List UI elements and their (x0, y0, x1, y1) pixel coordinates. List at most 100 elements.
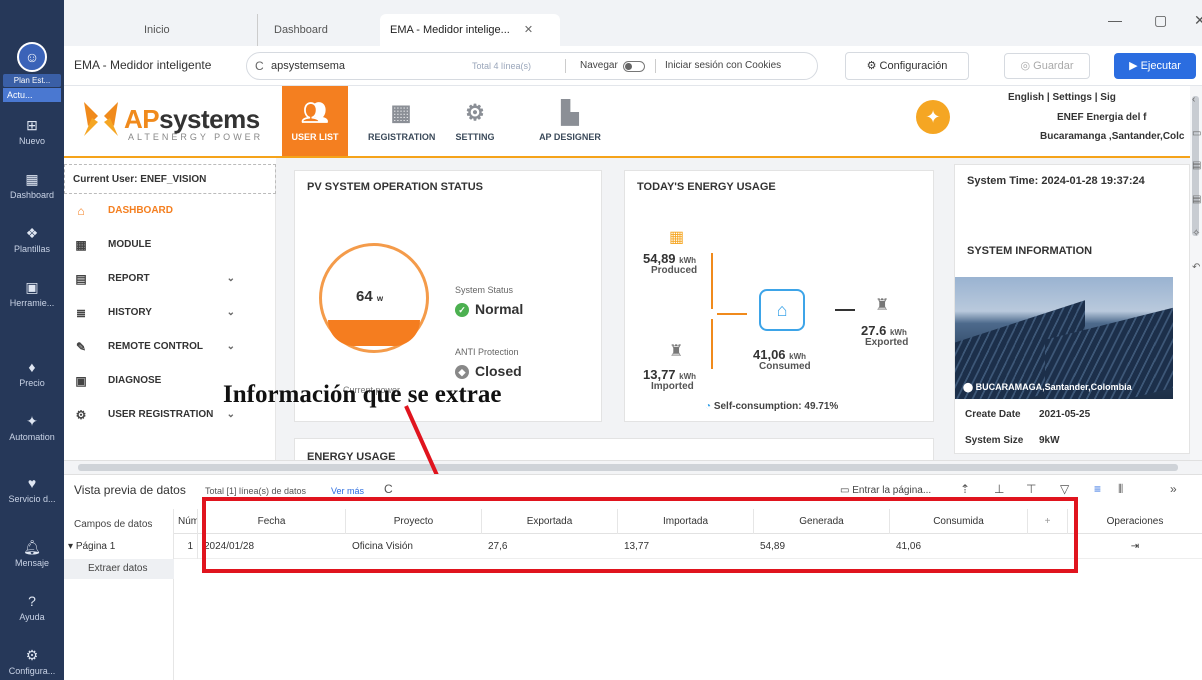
menu-item-report[interactable]: ▤ REPORT ⌄ (64, 262, 275, 296)
guardar-button[interactable]: ◎ Guardar (1004, 53, 1090, 79)
col-exportada[interactable]: Exportada (482, 509, 618, 534)
page-icon: ▭ (840, 485, 853, 496)
refresh-icon[interactable]: C (255, 59, 264, 73)
rail-item-automation[interactable]: ✦ Automation (0, 412, 64, 442)
flow-line (711, 319, 713, 369)
entrar-pagina-button[interactable]: ▭ Entrar la página... (840, 485, 931, 496)
service-icon: ♥ (27, 475, 37, 491)
profile-avatar[interactable]: ☺ (17, 42, 47, 72)
maximize-icon[interactable]: ▢ (1154, 12, 1167, 29)
magic-icon[interactable]: ✧ (1192, 228, 1200, 239)
add-column-button[interactable]: + (1028, 509, 1068, 534)
col-importada[interactable]: Importada (618, 509, 754, 534)
rail-item-plantillas[interactable]: ❖ Plantillas (0, 224, 64, 254)
col-fecha[interactable]: Fecha (198, 509, 346, 534)
upload-icon[interactable]: ⊤ (1026, 482, 1036, 496)
caret-down-icon: ▾ (68, 541, 76, 552)
tab-ema[interactable]: EMA - Medidor intelige... ✕ (380, 14, 560, 46)
gear-icon: ⚙ (866, 60, 880, 72)
cookies-login[interactable]: Iniciar sesión con Cookies (665, 60, 781, 71)
close-icon[interactable]: ✕ (524, 24, 533, 36)
nav-setting[interactable]: ⚙ SETTING (442, 86, 508, 156)
system-size-row: System Size 9kW (965, 435, 1060, 446)
menu-item-remote-control[interactable]: ✎ REMOTE CONTROL ⌄ (64, 330, 275, 364)
navegar-toggle[interactable] (623, 61, 645, 72)
column-view-icon[interactable]: ⦀ (1118, 482, 1123, 497)
pie-icon: ◔ (705, 401, 714, 412)
tab-dashboard[interactable]: Dashboard (257, 14, 328, 46)
templates-icon: ❖ (25, 225, 39, 241)
rail-label: Ayuda (19, 612, 45, 622)
system-size-value: 9kW (1039, 435, 1060, 446)
cell-generada[interactable]: 54,89 (754, 534, 890, 559)
rail-item-ayuda[interactable]: ? Ayuda (0, 592, 64, 622)
filter-icon[interactable]: ▽ (1060, 482, 1069, 496)
produced-label: Produced (651, 265, 698, 276)
rail-item-servicio[interactable]: ♥ Servicio d... (0, 474, 64, 504)
rail-item-precio[interactable]: ♦ Precio (0, 358, 64, 388)
row-operation-icon[interactable]: ⇥ (1068, 534, 1202, 559)
chevron-down-icon: ⌄ (226, 307, 235, 318)
extract-node[interactable]: Extraer datos (64, 559, 174, 579)
rail-item-herramientas[interactable]: ▣ Herramie... (0, 278, 64, 308)
rail-item-mensaje[interactable]: 🔔︎ Mensaje (0, 538, 64, 568)
plan-label[interactable]: Plan Est... (3, 74, 61, 87)
refresh-icon[interactable]: C (384, 482, 393, 496)
url-box[interactable]: C apsystemsema Total 4 línea(s) Navegar … (246, 52, 818, 80)
menu-item-history[interactable]: ≣ HISTORY ⌄ (64, 296, 275, 330)
pin-icon[interactable]: ⇡ (960, 482, 970, 496)
unit: kWh (679, 372, 697, 381)
grid-tower-icon: ♜ (875, 297, 890, 314)
nav-ap-designer[interactable]: ▙ AP DESIGNER (530, 86, 610, 156)
doc-icon[interactable]: ▭ (1192, 128, 1201, 139)
col-generada[interactable]: Generada (754, 509, 890, 534)
menu-item-module[interactable]: ▦ MODULE (64, 228, 275, 262)
doc-icon[interactable]: ▤ (1192, 194, 1201, 205)
top-links[interactable]: English | Settings | Sig (1008, 92, 1116, 103)
vertical-scrollbar[interactable] (1190, 86, 1202, 460)
cell-consumida[interactable]: 41,06 (890, 534, 1028, 559)
list-view-icon[interactable]: ≡ (1094, 482, 1101, 496)
page-node[interactable]: ▾ Página 1 (68, 541, 115, 552)
lightbulb-icon[interactable]: ✦ (916, 100, 950, 134)
rail-label: Servicio d... (8, 494, 56, 504)
rail-item-nuevo[interactable]: ⊞ Nuevo (0, 116, 64, 146)
apsystems-logo[interactable]: APsystems ALTENERGY POWER (78, 96, 260, 145)
cell-proyecto[interactable]: Oficina Visión (346, 534, 482, 559)
minimize-icon[interactable]: — (1108, 12, 1122, 28)
anti-protection-label: ANTI Protection (455, 347, 519, 357)
nav-user-list[interactable]: 👥︎ USER LIST (282, 86, 348, 156)
doc-icon[interactable]: ▤ (1192, 160, 1201, 171)
horizontal-scrollbar[interactable] (64, 460, 1202, 474)
rail-label: Automation (9, 432, 55, 442)
update-label[interactable]: Actu... (3, 88, 61, 102)
imported-number: 13,77 (643, 367, 676, 382)
configuracion-button[interactable]: ⚙ Configuración (845, 52, 969, 80)
rail-item-configuracion[interactable]: ⚙ Configura... (0, 646, 64, 676)
configuracion-label: Configuración (879, 60, 948, 72)
nav-label: USER LIST (291, 132, 339, 142)
download-icon[interactable]: ⊥ (994, 482, 1004, 496)
col-proyecto[interactable]: Proyecto (346, 509, 482, 534)
play-icon: ▶ (1129, 60, 1141, 72)
flow-line (711, 253, 713, 309)
nav-registration[interactable]: ▦ REGISTRATION (368, 86, 435, 156)
collapse-icon[interactable]: ‹ (1192, 94, 1195, 105)
col-consumida[interactable]: Consumida (890, 509, 1028, 534)
energy-usage-card: TODAY'S ENERGY USAGE ▦ 54,89 kWh Produce… (624, 170, 934, 422)
self-consumption: ◔ Self-consumption: 49.71% (705, 401, 838, 412)
collapse-panel-icon[interactable]: » (1170, 482, 1177, 496)
cell-exportada[interactable]: 27,6 (482, 534, 618, 559)
close-window-icon[interactable]: ✕ (1194, 12, 1202, 29)
nav-label: SETTING (455, 132, 495, 142)
cell-importada[interactable]: 13,77 (618, 534, 754, 559)
url-text[interactable]: apsystemsema (271, 60, 345, 72)
ver-mas-link[interactable]: Ver más (331, 486, 364, 496)
ejecutar-button[interactable]: ▶ Ejecutar (1114, 53, 1196, 79)
tab-inicio[interactable]: Inicio (144, 14, 170, 46)
undo-icon[interactable]: ↶ (1192, 262, 1200, 273)
designer-icon: ▙ (561, 100, 579, 125)
cell-fecha[interactable]: 2024/01/28 (198, 534, 346, 559)
rail-item-dashboard[interactable]: ▦ Dashboard (0, 170, 64, 200)
menu-item-dashboard[interactable]: ⌂ DASHBOARD (64, 194, 275, 228)
